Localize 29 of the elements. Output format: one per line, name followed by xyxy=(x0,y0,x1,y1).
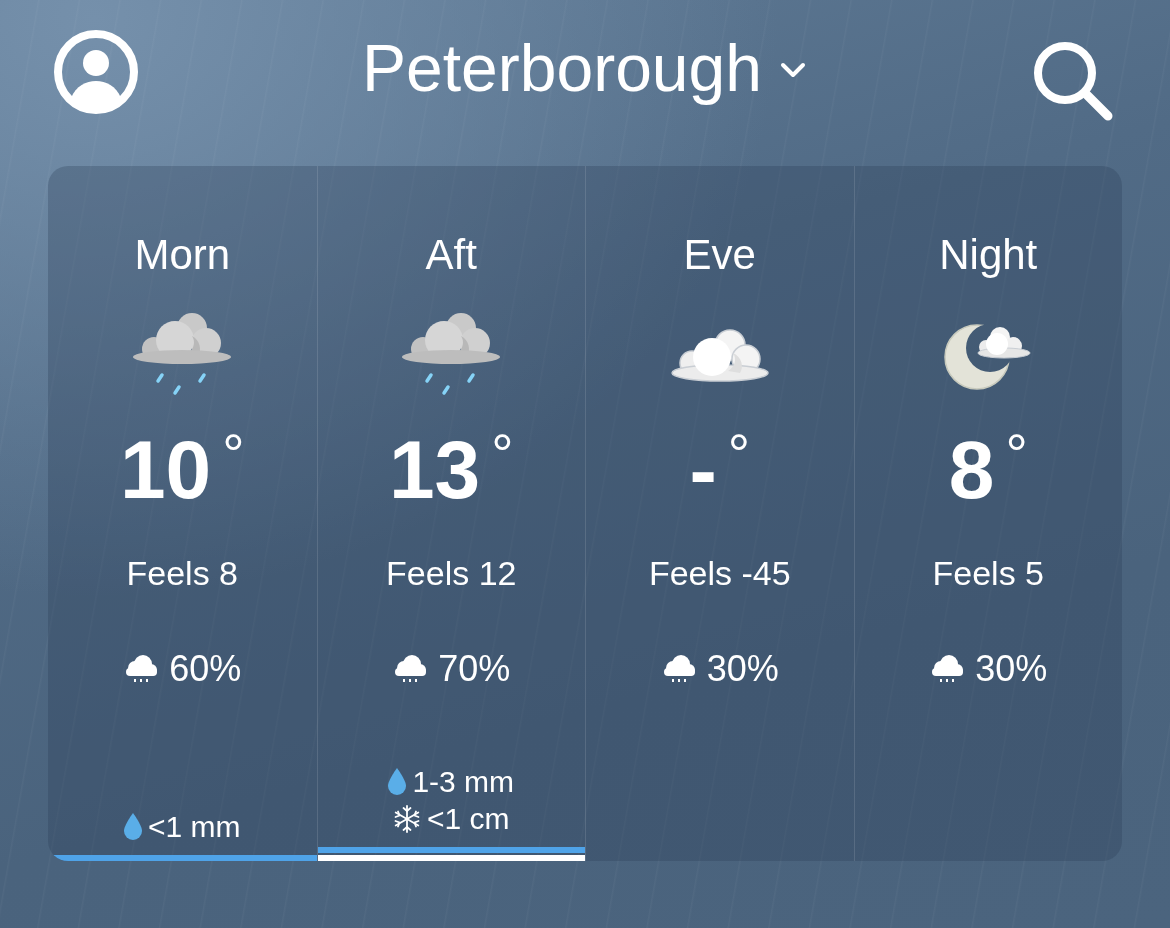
precipitation-amount: 1-3 mm xyxy=(412,764,515,800)
feels-like-text: Feels 5 xyxy=(932,553,1044,593)
feels-like-text: Feels -45 xyxy=(648,553,791,593)
small-rain-cloud-icon xyxy=(123,654,160,684)
precipitation-amount: <1 cm xyxy=(427,801,510,837)
profile-icon[interactable] xyxy=(54,30,138,114)
temperature: 8$^{°}$ xyxy=(948,425,1028,515)
small-rain-cloud-icon xyxy=(392,654,429,684)
period-label: Night xyxy=(939,231,1038,279)
temperature: 10$^{°}$ xyxy=(119,425,245,515)
precipitation-chance: 60% xyxy=(169,647,242,691)
chevron-icon xyxy=(780,62,806,78)
feels-like-text: Feels 8 xyxy=(126,553,238,593)
precipitation-chance: 70% xyxy=(438,647,511,691)
precipitation-chance: 30% xyxy=(706,647,779,691)
temperature: 13$^{°}$ xyxy=(388,425,514,515)
raindrop-icon xyxy=(124,813,142,840)
temperature: -$^{°}$ xyxy=(689,425,751,515)
precipitation-amount: <1 mm xyxy=(148,809,241,845)
raindrop-icon xyxy=(388,768,407,795)
period-label: Morn xyxy=(134,231,231,279)
cloud-icon xyxy=(669,327,770,383)
period-label: Eve xyxy=(683,231,756,279)
small-rain-cloud-icon xyxy=(929,654,966,684)
snowflake-icon xyxy=(393,804,421,833)
precipitation-chance: 30% xyxy=(975,647,1048,691)
location-dropdown[interactable]: Peterborough xyxy=(362,32,806,104)
period-label: Aft xyxy=(425,231,477,279)
feels-like-text: Feels 12 xyxy=(386,553,517,593)
